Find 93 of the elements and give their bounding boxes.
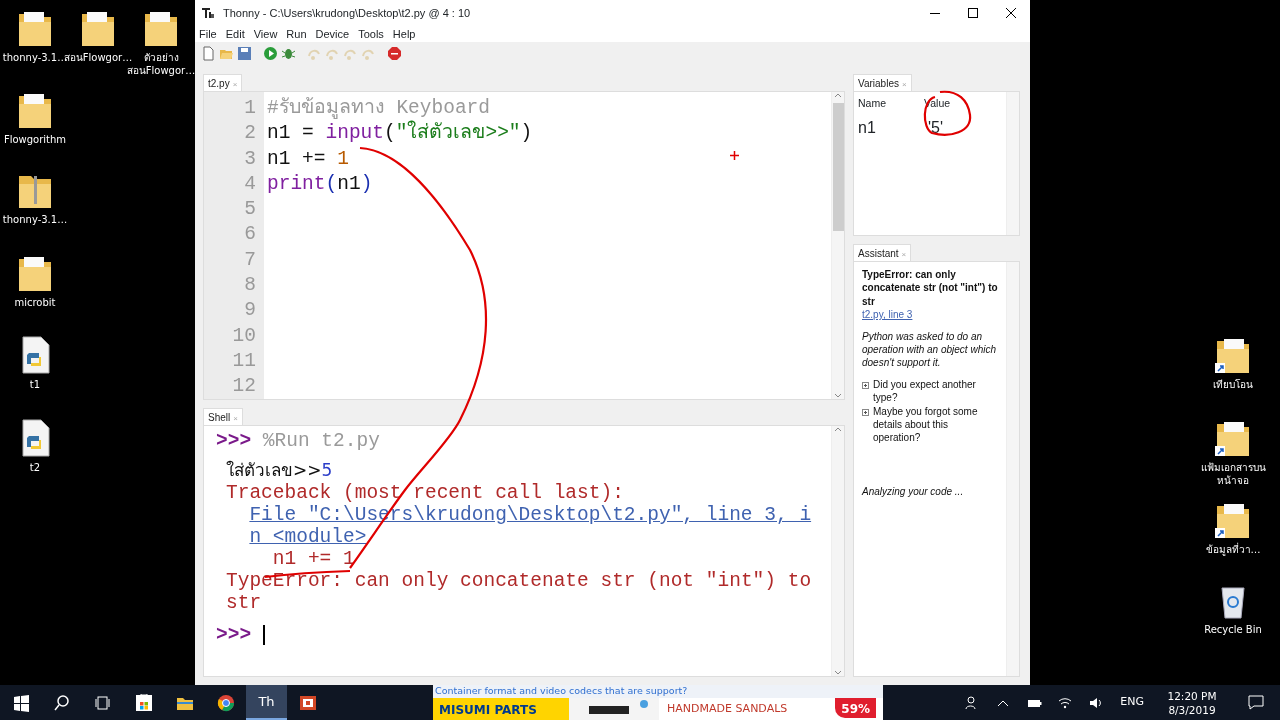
code-line: n1 = input("ใส่ตัวเลข>>"): [267, 122, 533, 145]
thonny-taskbar-button[interactable]: Th: [246, 685, 287, 720]
output-line: ใส่ตัวเลข>>5: [226, 459, 334, 482]
expand-icon: [862, 408, 869, 416]
browser-icon: [216, 693, 235, 712]
desktop-icon-label[interactable]: t2: [29, 461, 41, 474]
expand-button[interactable]: [862, 408, 869, 416]
assistant-tab[interactable]: Assistant ×: [853, 244, 912, 261]
desktop-icon-label[interactable]: Recycle Bin: [1204, 623, 1262, 636]
code-line: #รับข้อมูลทาง Keyboard: [267, 97, 491, 119]
window-title: Thonny - C:\Users\krudong\Desktop\t2.py @ 4 : 10: [223, 5, 472, 21]
hint-text[interactable]: Did you expect another type?: [873, 377, 998, 405]
play-icon: [263, 45, 278, 61]
discount-badge: 59%: [835, 698, 876, 718]
desktop-icon-label[interactable]: ข้อมูลที่วา…: [1205, 543, 1261, 556]
menu-item[interactable]: Edit: [221, 26, 250, 42]
scrollbar[interactable]: [1006, 262, 1019, 676]
stop-icon: [387, 45, 402, 61]
line-number: 10: [231, 323, 256, 349]
scrollbar[interactable]: [831, 426, 844, 676]
output-line: TypeError: can only concatenate str (not "int") to str: [226, 570, 812, 614]
line-number: 8: [243, 273, 256, 299]
menu-item[interactable]: Run: [282, 26, 312, 42]
line-number: 1: [243, 96, 256, 121]
desktop-icon-label[interactable]: เทียบโอน: [1213, 378, 1253, 391]
maximize-icon: [968, 8, 978, 18]
new-file-icon: [201, 45, 216, 61]
line-number: 2: [243, 121, 256, 147]
start-icon: [11, 693, 30, 712]
expand-button[interactable]: [862, 381, 869, 389]
line-number: 3: [243, 146, 256, 172]
notification-icon[interactable]: [1248, 695, 1264, 710]
menu-item[interactable]: Device: [311, 26, 355, 42]
file-tab[interactable]: t2.py ×: [203, 74, 243, 91]
code-line: print(n1): [267, 172, 373, 195]
line-number: 11: [231, 348, 256, 374]
menu-item[interactable]: View: [249, 26, 283, 42]
ad-brand[interactable]: MISUMI PARTS: [433, 698, 569, 720]
file-tab[interactable]: Shell ×: [203, 408, 243, 425]
desktop-icon-label[interactable]: t1: [29, 378, 41, 391]
line-number: 9: [243, 298, 256, 324]
desktop-icon-label[interactable]: microbit: [14, 296, 56, 309]
line-number: 6: [243, 222, 256, 248]
line-number: 12: [231, 374, 256, 400]
line-number: 7: [243, 247, 256, 273]
prompt-line: >>>: [216, 624, 802, 646]
menu-item[interactable]: File: [195, 26, 222, 42]
column-header: Name: [858, 96, 887, 111]
scroll-up-icon: [834, 92, 842, 98]
search-icon: [52, 693, 71, 712]
run-button[interactable]: [263, 45, 278, 61]
menu-item[interactable]: Help: [388, 26, 421, 42]
presentation-icon: [298, 693, 317, 712]
language-indicator[interactable]: ENG: [1112, 694, 1152, 711]
status-text: Analyzing your code ...: [862, 484, 965, 499]
scrollbar[interactable]: [831, 92, 844, 399]
clock-time[interactable]: 12:20 PM: [1167, 688, 1217, 703]
stop-button[interactable]: [387, 45, 402, 61]
scroll-thumb[interactable]: [832, 103, 844, 231]
explanation-text: Python was asked to do an operation with an object which doesn't support it.: [862, 329, 997, 370]
output-line: n1 += 1: [271, 548, 356, 570]
scroll-down-icon: [834, 393, 842, 399]
desktop-icon-label[interactable]: Flowgorithm: [3, 133, 67, 146]
new-button[interactable]: [201, 45, 216, 61]
scrollbar[interactable]: [1006, 92, 1019, 235]
desktop-icon-label[interactable]: แฟ้มเอกสารบนหน้าจอ: [1198, 461, 1268, 487]
table-cell-text: '5': [928, 117, 943, 138]
code-editor[interactable]: 1 2 3 4 5 6 7 8 9 10 11 12 #รับข้อมูลทาง Keyboard n1 = input("ใส่ตัวเลข>>") n1 += 1 print(n1): [203, 91, 845, 400]
error-title: TypeError: can only concatenate str (not "int") to str: [862, 268, 998, 309]
variables-tab[interactable]: Variables ×: [853, 74, 912, 91]
save-icon: [237, 45, 252, 61]
desktop-icon-label[interactable]: thonny-3.1…: [2, 213, 68, 226]
close-icon: [1006, 8, 1016, 18]
save-button[interactable]: [237, 45, 252, 61]
scroll-down-icon: [834, 670, 842, 676]
hint-text[interactable]: Maybe you forgot some details about this operation?: [873, 404, 998, 445]
wifi-icon[interactable]: [1058, 695, 1074, 710]
line-number: 5: [243, 197, 256, 223]
store-icon: [134, 693, 153, 712]
error-link[interactable]: t2.py, line 3: [862, 309, 913, 321]
ad-banner[interactable]: Container format and video codecs that are support? MISUMI PARTS HANDMADE SANDALS 59%: [433, 685, 883, 720]
expand-icon: [862, 381, 869, 389]
task-view-icon: [93, 693, 112, 712]
table-cell-text: n1: [858, 117, 877, 138]
scroll-up-icon: [834, 426, 842, 432]
clock-date[interactable]: 8/3/2019: [1168, 702, 1216, 717]
prompt-line: >>> %Run t2.py: [216, 430, 381, 452]
code-line: n1 += 1: [267, 147, 349, 170]
line-number: 4: [243, 171, 256, 197]
menu-item[interactable]: Tools: [354, 26, 389, 42]
app-icon: [201, 6, 215, 20]
output-line: Traceback (most recent call last):: [226, 482, 625, 504]
cursor-icon: [730, 151, 739, 160]
